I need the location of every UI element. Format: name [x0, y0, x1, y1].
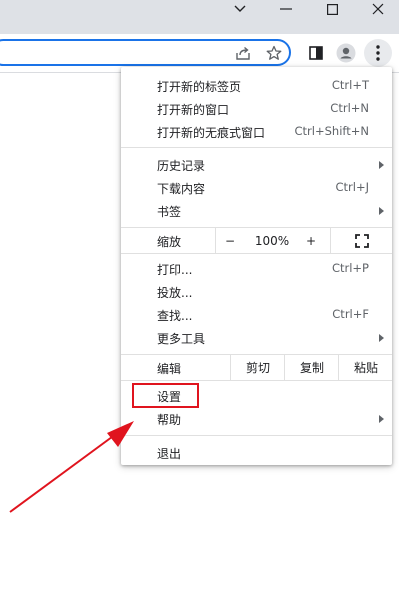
annotation-arrow-icon: [9, 421, 134, 513]
